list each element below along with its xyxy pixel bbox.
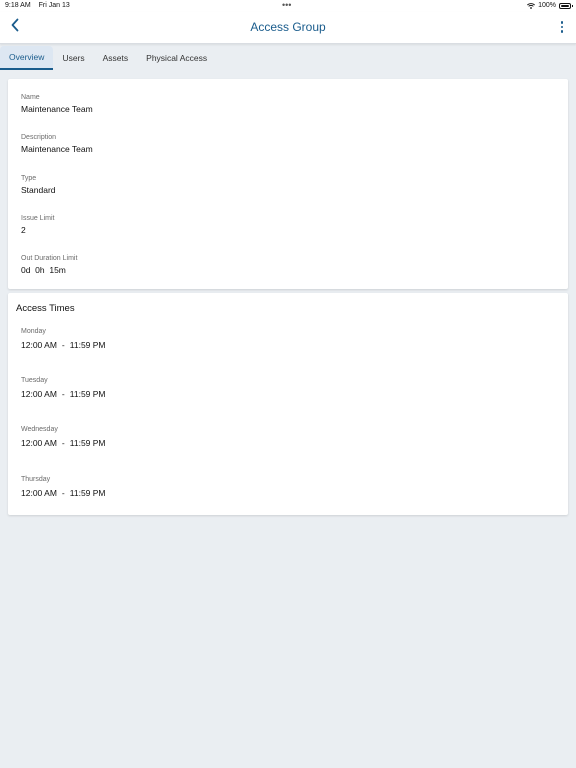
tab-bar: Overview Users Assets Physical Access (0, 46, 576, 70)
name-value: Maintenance Team (21, 104, 93, 114)
tab-overview[interactable]: Overview (0, 46, 54, 70)
name-label: Name (21, 94, 40, 101)
time-range-wednesday: 12:00 AM -11:59 PM (21, 438, 106, 448)
battery-percentage: 100% (538, 2, 556, 9)
day-label-monday: Monday (21, 328, 46, 335)
out-duration-limit-value: 0d 0h 15m (21, 265, 66, 275)
day-label-tuesday: Tuesday (21, 377, 48, 384)
description-value: Maintenance Team (21, 144, 93, 154)
navigation-bar: Access Group (0, 12, 576, 44)
description-label: Description (21, 134, 57, 141)
day-label-thursday: Thursday (21, 476, 51, 483)
end-time: 11:59 PM (69, 488, 106, 498)
time-separator: - (61, 438, 65, 448)
time-range-thursday: 12:00 AM -11:59 PM (21, 488, 106, 498)
tab-users[interactable]: Users (53, 46, 93, 70)
wifi-icon (527, 2, 536, 9)
start-time: 12:00 AM (21, 389, 57, 399)
status-bar: 9:18 AM Fri Jan 13 ••• 100% (0, 0, 576, 12)
access-times-title: Access Times (16, 303, 75, 314)
time-separator: - (61, 340, 65, 350)
more-options-button[interactable] (556, 19, 568, 35)
day-label-wednesday: Wednesday (21, 426, 58, 433)
end-time: 11:59 PM (69, 438, 106, 448)
start-time: 12:00 AM (21, 438, 57, 448)
type-value: Standard (21, 185, 56, 195)
status-date: Fri Jan 13 (38, 2, 70, 9)
end-time: 11:59 PM (69, 389, 106, 399)
status-time: 9:18 AM (5, 2, 31, 9)
multitasking-dots-icon[interactable]: ••• (282, 0, 291, 10)
overview-card: Name Maintenance Team Description Mainte… (8, 79, 568, 289)
status-time-date: 9:18 AM Fri Jan 13 (5, 2, 70, 9)
status-indicators: 100% (527, 2, 573, 9)
tab-physical-access[interactable]: Physical Access (137, 46, 216, 70)
out-duration-limit-label: Out Duration Limit (21, 255, 78, 262)
start-time: 12:00 AM (21, 488, 57, 498)
more-vertical-icon (560, 21, 564, 33)
time-range-monday: 12:00 AM -11:59 PM (21, 340, 106, 350)
page-title: Access Group (250, 20, 326, 34)
type-label: Type (21, 175, 37, 182)
issue-limit-label: Issue Limit (21, 215, 55, 222)
start-time: 12:00 AM (21, 340, 57, 350)
access-times-card: Access Times Monday 12:00 AM -11:59 PM Tu… (8, 293, 568, 515)
issue-limit-value: 2 (21, 225, 26, 235)
end-time: 11:59 PM (69, 340, 106, 350)
tab-assets[interactable]: Assets (94, 46, 138, 70)
time-separator: - (61, 389, 65, 399)
battery-icon (559, 2, 573, 9)
time-separator: - (61, 488, 65, 498)
time-range-tuesday: 12:00 AM -11:59 PM (21, 389, 106, 399)
